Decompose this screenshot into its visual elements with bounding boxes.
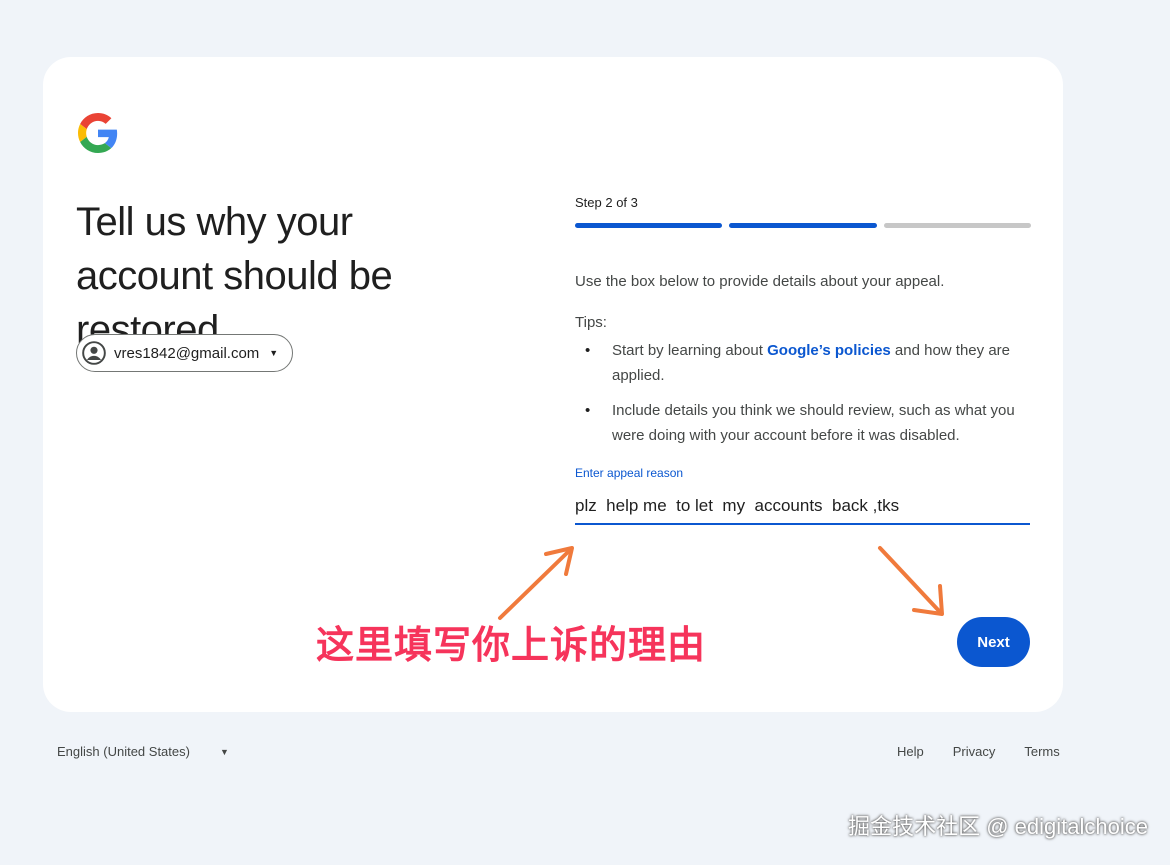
account-circle-icon bbox=[81, 340, 107, 366]
google-logo bbox=[78, 113, 118, 153]
account-chooser[interactable]: vres1842@gmail.com ▼ bbox=[76, 334, 294, 372]
chevron-down-icon: ▼ bbox=[219, 746, 229, 757]
tips-list: Start by learning about Google’s policie… bbox=[575, 338, 1025, 458]
language-label: English (United States) bbox=[57, 744, 190, 759]
progress-segment-2 bbox=[729, 223, 877, 228]
chevron-down-icon: ▼ bbox=[269, 348, 279, 358]
help-link[interactable]: Help bbox=[897, 744, 924, 759]
privacy-link[interactable]: Privacy bbox=[953, 744, 996, 759]
tip-item: Include details you think we should revi… bbox=[575, 398, 1025, 448]
tips-label: Tips: bbox=[575, 314, 607, 331]
page-title: Tell us why your account should be resto… bbox=[76, 200, 393, 352]
appeal-reason-input[interactable] bbox=[575, 494, 1030, 525]
tip-item: Start by learning about Google’s policie… bbox=[575, 338, 1025, 388]
footer-links: Help Privacy Terms bbox=[897, 744, 1060, 759]
step-progress-bar bbox=[575, 223, 1031, 228]
terms-link[interactable]: Terms bbox=[1024, 744, 1059, 759]
next-button[interactable]: Next bbox=[957, 617, 1030, 667]
instructions-text: Use the box below to provide details abo… bbox=[575, 273, 945, 290]
annotation-arrow-icon bbox=[878, 546, 944, 616]
progress-segment-1 bbox=[575, 223, 723, 228]
language-selector[interactable]: English (United States) ▼ bbox=[57, 744, 229, 759]
appeal-reason-label: Enter appeal reason bbox=[575, 466, 684, 480]
annotation-arrow-icon bbox=[498, 546, 574, 620]
account-email: vres1842@gmail.com bbox=[114, 344, 260, 362]
google-policies-link[interactable]: Google’s policies bbox=[767, 342, 891, 359]
tip-text: Include details you think we should revi… bbox=[612, 402, 1015, 444]
tip-text: Start by learning about bbox=[612, 342, 768, 359]
watermark: 掘金技术社区 @ edigitalchoice bbox=[848, 814, 1148, 839]
step-indicator: Step 2 of 3 bbox=[575, 195, 638, 210]
progress-segment-3 bbox=[883, 223, 1031, 228]
